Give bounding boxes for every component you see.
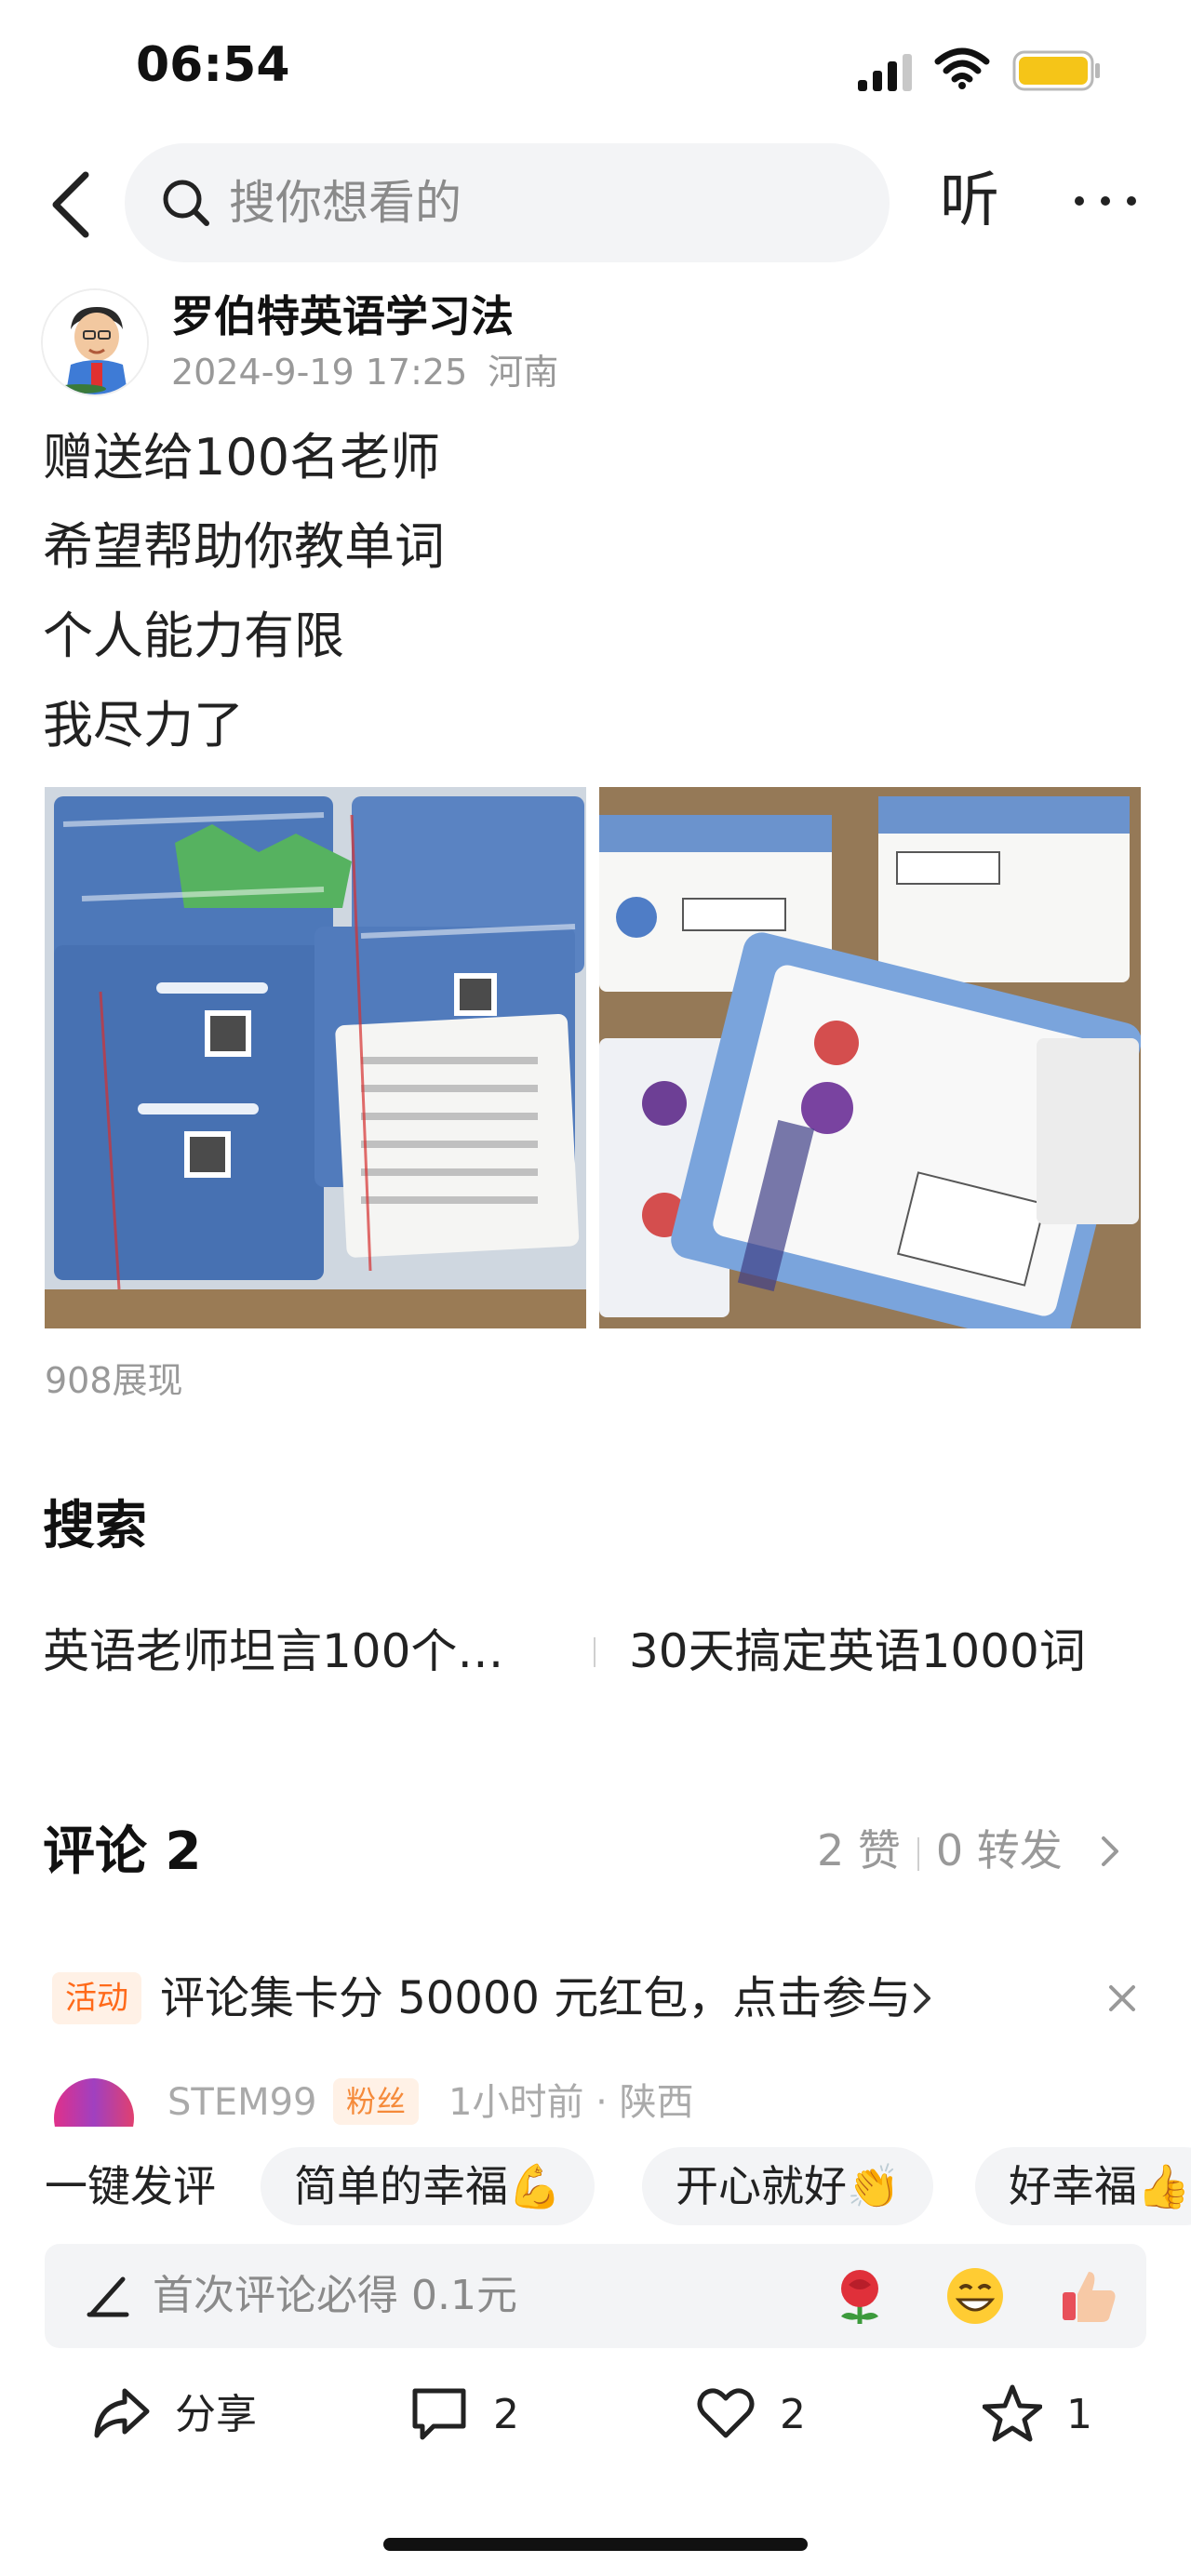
chevron-right-icon — [1102, 1836, 1118, 1866]
pen-icon — [87, 2276, 129, 2317]
quick-reply-chip[interactable]: 开心就好👏 — [642, 2147, 934, 2225]
favorite-count: 1 — [1066, 2391, 1092, 2438]
share-label: 分享 — [175, 2391, 257, 2438]
fan-badge: 粉丝 — [333, 2078, 420, 2125]
post-text-line: 个人能力有限 — [43, 607, 344, 665]
status-bar: 06:54 — [0, 0, 1191, 140]
more-options-icon[interactable] — [1068, 173, 1143, 229]
search-section-title: 搜索 — [43, 1496, 147, 1556]
comment-button[interactable]: 2 — [409, 2378, 558, 2452]
post-text-line: 我尽力了 — [43, 696, 244, 754]
comment-stats[interactable]: 2 赞 0 转发 — [817, 1820, 1063, 1881]
commenter-avatar[interactable] — [54, 2078, 134, 2127]
post-date: 2024-9-19 17:25 — [171, 352, 468, 393]
quick-reply-chip[interactable]: 简单的幸福💪 — [261, 2147, 596, 2225]
battery-icon — [1012, 50, 1100, 91]
author-name[interactable]: 罗伯特英语学习法 — [171, 288, 514, 344]
commenter-name[interactable]: STEM99 — [167, 2075, 317, 2130]
comment-region: 陕西 — [619, 2081, 694, 2124]
search-placeholder: 搜你想看的 — [229, 176, 462, 230]
thumbs-up-emoji-icon[interactable] — [1055, 2262, 1122, 2329]
view-count: 908展现 — [45, 1360, 183, 1401]
post-photo[interactable] — [45, 787, 586, 1328]
comment-icon — [412, 2388, 466, 2440]
comment-count: 2 — [493, 2391, 519, 2438]
back-icon[interactable] — [45, 167, 100, 242]
cellular-signal-icon — [858, 54, 912, 91]
like-count: 2 — [780, 2391, 806, 2438]
comment-meta: 1小时前 · 陕西 — [448, 2081, 694, 2124]
comment-input[interactable]: 首次评论必得 0.1元 — [45, 2244, 1146, 2348]
quick-reply-label: 一键发评 — [45, 2161, 216, 2211]
star-icon — [983, 2384, 1042, 2442]
favorite-button[interactable]: 1 — [983, 2378, 1131, 2452]
close-icon[interactable] — [1104, 1980, 1141, 2017]
search-suggestion[interactable]: 30天搞定英语1000词 — [629, 1621, 1086, 1682]
search-icon — [163, 180, 209, 226]
listen-button[interactable]: 听 — [940, 164, 999, 238]
divider — [917, 1836, 919, 1871]
post-photo[interactable] — [599, 787, 1141, 1328]
activity-badge: 活动 — [52, 1972, 141, 2024]
comments-title: 评论 2 — [43, 1822, 202, 1882]
author-avatar[interactable] — [41, 288, 149, 396]
search-suggestion[interactable]: 英语老师坦言100个… — [43, 1621, 503, 1682]
search-bar[interactable]: 搜你想看的 — [125, 143, 890, 262]
activity-link[interactable]: 评论集卡分 50000 元红包，点击参与 — [160, 1965, 911, 2032]
grinning-emoji-icon[interactable] — [942, 2262, 1009, 2329]
repost-count: 0 转发 — [935, 1825, 1063, 1875]
cartoon-person-icon — [43, 290, 147, 394]
post-text-line: 赠送给100名老师 — [43, 428, 441, 487]
share-icon — [94, 2388, 150, 2438]
chevron-right-icon — [914, 1983, 930, 2013]
heart-icon — [697, 2388, 755, 2438]
comment-placeholder: 首次评论必得 0.1元 — [153, 2272, 517, 2319]
comment-time: 1小时前 — [448, 2081, 584, 2124]
post-location: 河南 — [488, 352, 559, 393]
divider — [594, 1637, 596, 1667]
wifi-icon — [934, 47, 990, 89]
like-button[interactable]: 2 — [696, 2378, 845, 2452]
like-count: 2 赞 — [817, 1825, 901, 1875]
post-meta: 2024-9-19 17:25 河南 — [171, 348, 558, 396]
share-button[interactable]: 分享 — [91, 2378, 277, 2452]
rose-emoji-icon[interactable] — [826, 2262, 893, 2329]
home-indicator[interactable] — [383, 2538, 808, 2551]
quick-reply-chip[interactable]: 好幸福👍 — [975, 2147, 1191, 2225]
post-text-line: 希望帮助你教单词 — [43, 517, 445, 576]
status-time: 06:54 — [136, 37, 290, 93]
